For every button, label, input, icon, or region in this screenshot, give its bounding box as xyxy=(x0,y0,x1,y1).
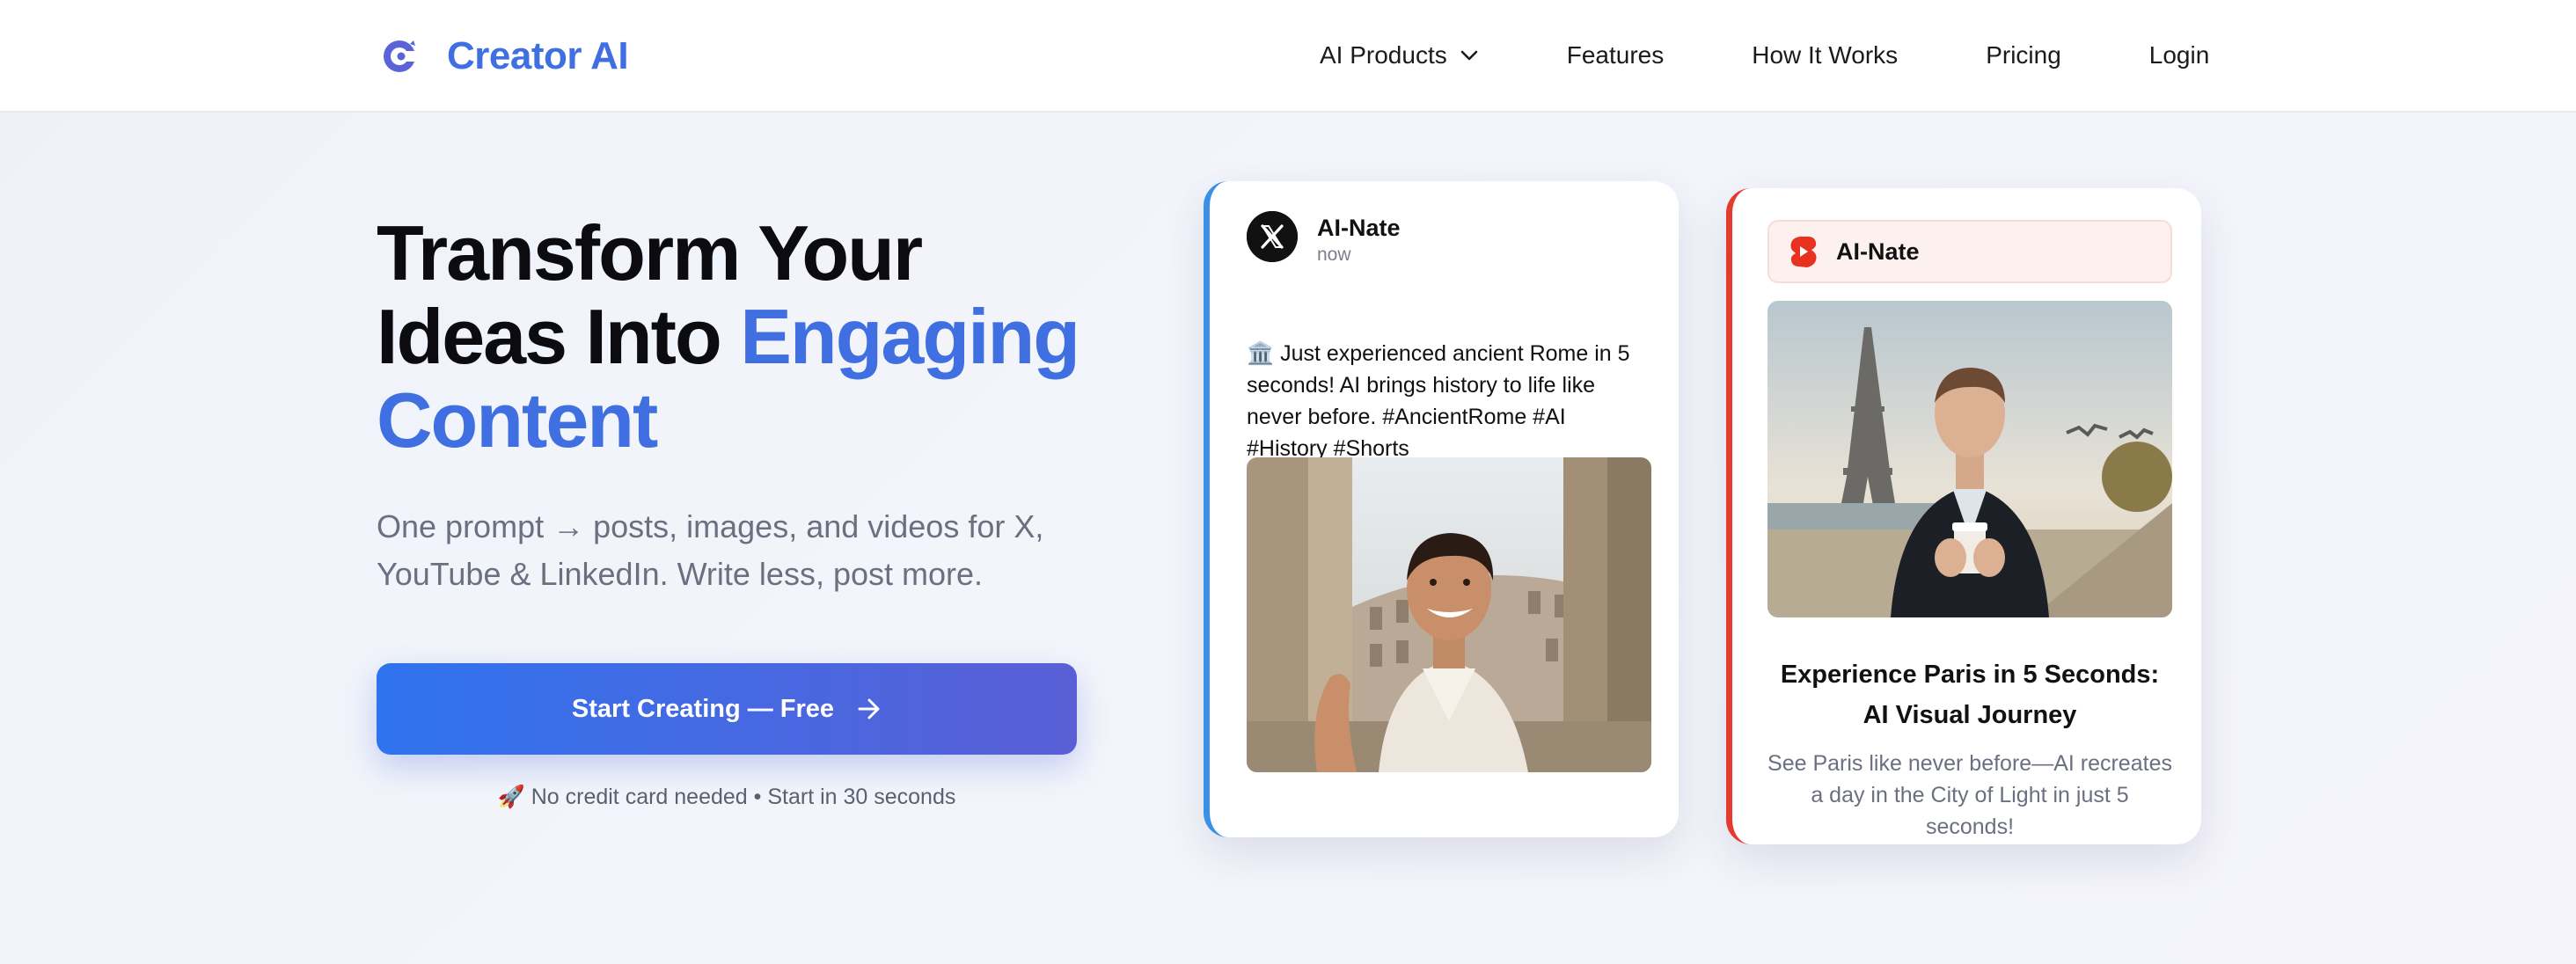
nav-ai-products-label: AI Products xyxy=(1320,41,1447,69)
brand[interactable]: Creator AI xyxy=(380,30,629,83)
x-post-text: 🏛️ Just experienced ancient Rome in 5 se… xyxy=(1247,341,1630,461)
hero-title-accent-2: Content xyxy=(377,376,658,464)
nav-ai-products[interactable]: AI Products xyxy=(1320,41,1479,69)
hero-subtitle: One prompt → posts, images, and videos f… xyxy=(377,508,1044,592)
top-navigation-bar: Creator AI AI Products Features How It W… xyxy=(0,0,2576,113)
nav-features[interactable]: Features xyxy=(1567,41,1665,69)
start-creating-label: Start Creating — Free xyxy=(571,694,835,723)
nav-pricing[interactable]: Pricing xyxy=(1986,41,2061,69)
youtube-video-description: See Paris like never before—AI recreates… xyxy=(1767,751,2172,839)
creator-ai-logo-icon xyxy=(384,40,417,72)
arrow-right-icon xyxy=(858,698,880,719)
cta-note: 🚀 No credit card needed • Start in 30 se… xyxy=(497,785,956,809)
hero-title-line2: Ideas Into xyxy=(377,293,741,380)
brand-name: Creator AI xyxy=(447,34,629,77)
nav-login[interactable]: Login xyxy=(2149,41,2210,69)
youtube-video-title: Experience Paris in 5 Seconds: AI Visual… xyxy=(1780,661,2160,729)
hero-title-accent-1: Engaging xyxy=(740,293,1080,380)
x-post-preview-card: AI-Nate now 🏛️ Just experienced ancient … xyxy=(1204,181,1679,837)
x-logo-icon xyxy=(1247,211,1298,262)
youtube-short-preview-card: AI-Nate Experience Paris in 5 Seconds: A… xyxy=(1726,188,2201,844)
x-post-time: now xyxy=(1317,245,1351,265)
youtube-card-header: AI-Nate xyxy=(1767,220,2172,283)
x-author-name: AI-Nate xyxy=(1317,215,1401,241)
hero-title: Transform Your Ideas Into Engaging Conte… xyxy=(377,211,1168,462)
nav-how-it-works[interactable]: How It Works xyxy=(1752,41,1898,69)
youtube-author-name: AI-Nate xyxy=(1836,237,1920,265)
man-with-coffee-at-eiffel-tower-photo xyxy=(1767,301,2172,617)
start-creating-button[interactable]: Start Creating — Free xyxy=(377,663,1077,755)
chevron-down-icon xyxy=(1460,50,1478,61)
nav-links: AI Products Features How It Works Pricin… xyxy=(1320,33,2209,77)
man-in-toga-at-colosseum-photo xyxy=(1247,457,1651,772)
hero-title-line1: Transform Your xyxy=(377,209,923,296)
youtube-shorts-icon xyxy=(1790,237,1817,267)
